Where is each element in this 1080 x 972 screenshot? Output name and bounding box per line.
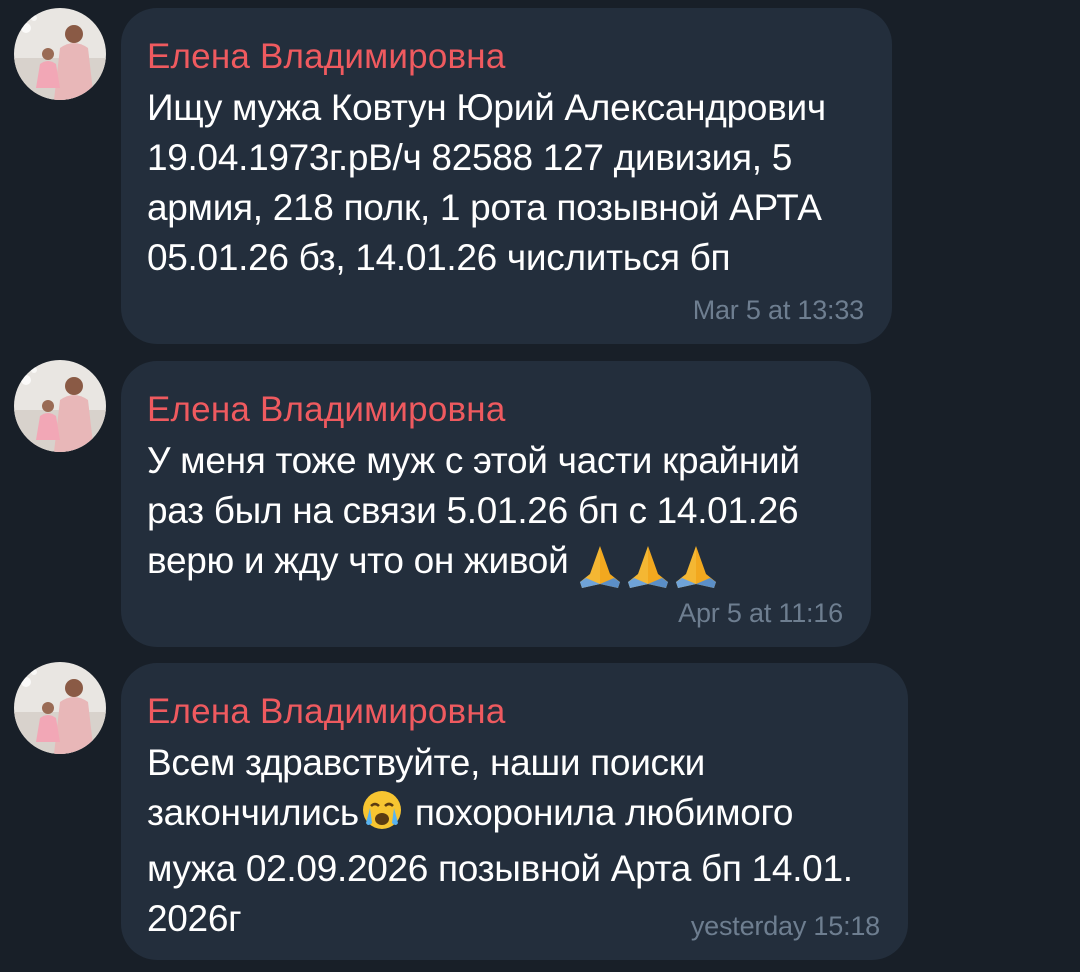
message-line: раз был на связи 5.01.26 бп с 14.01.26 — [147, 490, 799, 531]
message-text: Ищу мужа Ковтун Юрий Александрович 19.04… — [147, 83, 892, 283]
message-line: Ищу мужа Ковтун Юрий Александрович — [147, 87, 826, 128]
sender-avatar[interactable] — [14, 662, 106, 754]
sender-name[interactable]: Елена Владимировна — [147, 388, 871, 432]
chat-history[interactable]: Елена Владимировна Ищу мужа Ковтун Юрий … — [0, 0, 1080, 972]
crying-face-emoji — [361, 789, 403, 844]
message-line: 05.01.26 бз, 14.01.26 числиться бп — [147, 237, 731, 278]
avatar-photo-icon — [14, 360, 106, 452]
message-bubble[interactable]: Елена Владимировна Ищу мужа Ковтун Юрий … — [121, 8, 892, 344]
message-line: закончились — [147, 792, 359, 833]
message-bubble[interactable]: Елена Владимировна У меня тоже муж с это… — [121, 361, 871, 647]
message-timestamp: Apr 5 at 11:16 — [678, 598, 843, 628]
emoji-group — [576, 540, 720, 590]
message-line: армия, 218 полк, 1 рота позывной АРТА — [147, 187, 822, 228]
sender-name[interactable]: Елена Владимировна — [147, 35, 892, 79]
message-timestamp: yesterday 15:18 — [690, 911, 880, 941]
message-line: Всем здравствуйте, наши поиски — [147, 742, 706, 783]
message-line: 2026г — [147, 898, 242, 939]
avatar-photo-icon — [14, 662, 106, 754]
sender-avatar[interactable] — [14, 8, 106, 100]
message-line: похоронила любимого — [414, 792, 794, 833]
sender-name[interactable]: Елена Владимировна — [147, 690, 908, 734]
message-text: У меня тоже муж с этой части крайний раз… — [147, 436, 871, 590]
message-line: У меня тоже муж с этой части крайний — [147, 440, 800, 481]
sender-avatar[interactable] — [14, 360, 106, 452]
message-line: 19.04.1973г.рВ/ч 82588 127 дивизия, 5 — [147, 137, 793, 178]
folded-hands-emoji — [628, 546, 669, 589]
message-line: мужа 02.09.2026 позывной Арта бп 14.01. — [147, 848, 853, 889]
folded-hands-emoji — [580, 546, 621, 589]
message-timestamp: Mar 5 at 13:33 — [692, 295, 865, 325]
avatar-photo-icon — [14, 8, 106, 100]
folded-hands-emoji — [676, 546, 717, 589]
message-bubble[interactable]: Елена Владимировна Всем здравствуйте, на… — [121, 663, 908, 960]
message-line: верю и жду что он живой — [147, 540, 569, 581]
